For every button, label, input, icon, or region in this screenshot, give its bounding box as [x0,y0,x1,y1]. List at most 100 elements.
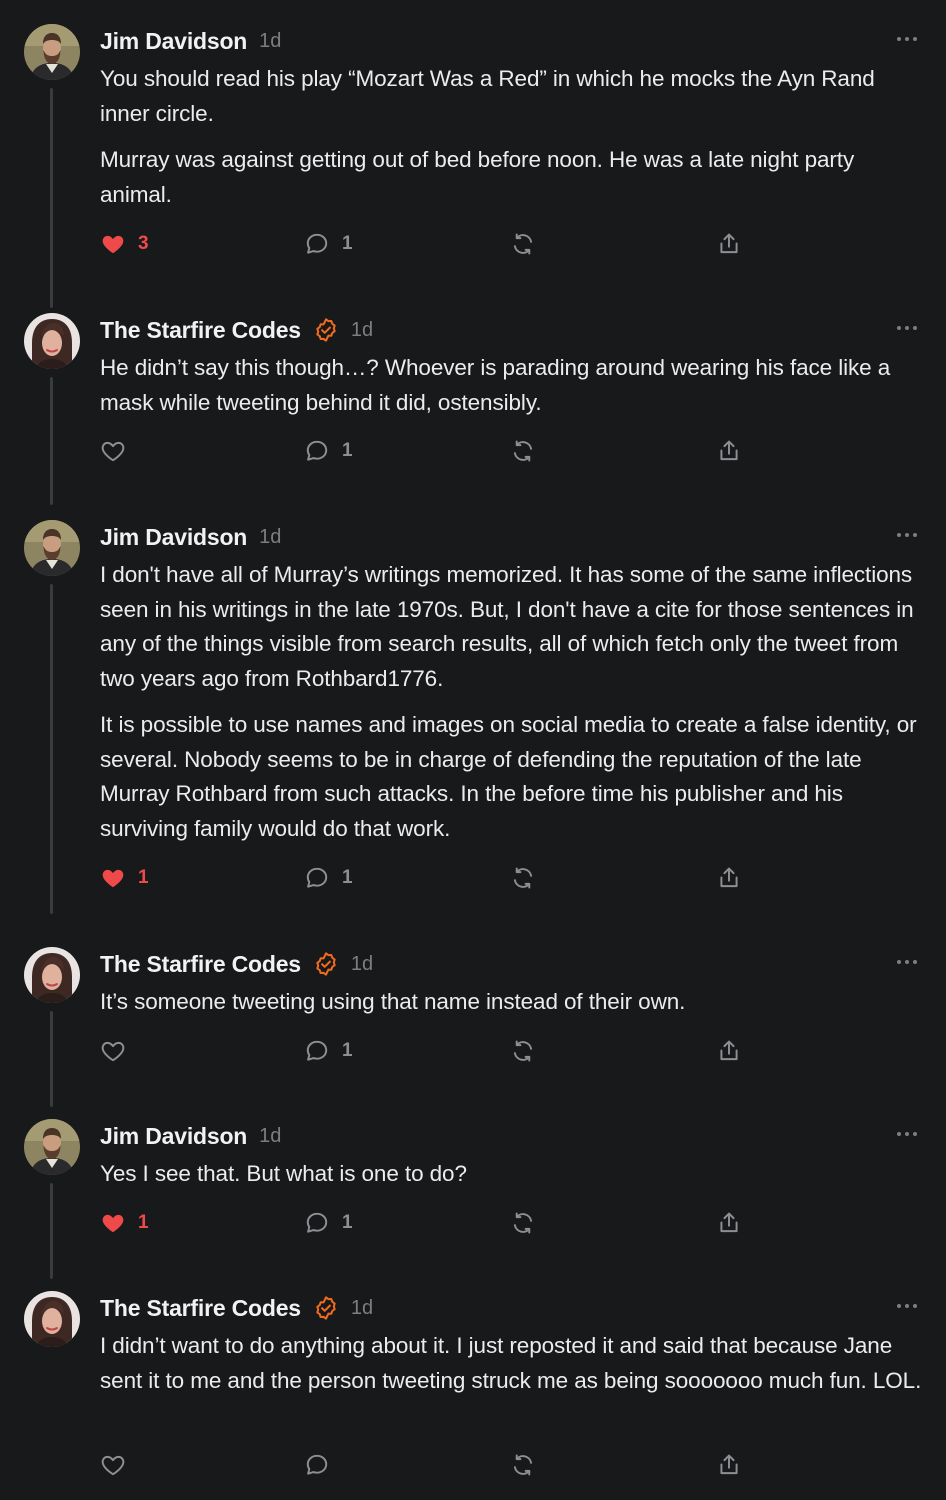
timestamp[interactable]: 1d [259,30,281,53]
comment-paragraph: You should read his play “Mozart Was a R… [100,66,875,126]
reply-button[interactable]: 1 [304,864,353,892]
like-button[interactable]: 3 [100,230,149,258]
share-icon [716,1210,742,1236]
comment-body: You should read his play “Mozart Was a R… [100,62,926,212]
share-icon [716,231,742,257]
like-count: 1 [138,1212,149,1233]
more-options-icon[interactable] [896,28,918,50]
share-button[interactable] [716,1209,742,1237]
restack-button[interactable] [510,1451,536,1479]
timestamp[interactable]: 1d [259,526,281,549]
share-button[interactable] [716,1451,742,1479]
comment-body: Yes I see that. But what is one to do? [100,1157,926,1192]
thread-line [50,1011,53,1107]
comment-count: 1 [342,1212,353,1233]
verified-badge-icon [313,1295,339,1321]
share-button[interactable] [716,437,742,465]
like-button[interactable] [100,1451,138,1479]
reply-button[interactable]: 1 [304,1037,353,1065]
avatar[interactable] [24,1119,80,1175]
author-name[interactable]: Jim Davidson [100,524,247,551]
comment-header: Jim Davidson 1d [100,26,281,56]
like-button[interactable]: 1 [100,1209,149,1237]
reply-button[interactable] [304,1451,342,1479]
thread-line [50,584,53,914]
share-icon [716,438,742,464]
avatar[interactable] [24,1291,80,1347]
restack-icon [510,1038,536,1064]
more-options-icon[interactable] [896,1295,918,1317]
timestamp[interactable]: 1d [351,319,373,342]
comment-header: The Starfire Codes 1d [100,1293,373,1323]
verified-badge-icon [313,951,339,977]
comment-thread: Jim Davidson 1d You should read his play… [0,0,946,1500]
comment-header: Jim Davidson 1d [100,522,281,552]
author-name[interactable]: The Starfire Codes [100,1295,301,1322]
comment-count: 1 [342,1040,353,1061]
comment-body: He didn’t say this though…? Whoever is p… [100,351,926,420]
share-icon [716,865,742,891]
comment-paragraph: Murray was against getting out of bed be… [100,147,855,207]
share-icon [716,1038,742,1064]
restack-icon [510,1452,536,1478]
timestamp[interactable]: 1d [259,1125,281,1148]
comment-paragraph: Yes I see that. But what is one to do? [100,1161,467,1186]
reply-button[interactable]: 1 [304,1209,353,1237]
restack-icon [510,231,536,257]
author-name[interactable]: Jim Davidson [100,28,247,55]
share-icon [716,1452,742,1478]
timestamp[interactable]: 1d [351,1297,373,1320]
author-name[interactable]: The Starfire Codes [100,317,301,344]
comment-count: 1 [342,440,353,461]
comment-count: 1 [342,867,353,888]
more-options-icon[interactable] [896,1123,918,1145]
comment-paragraph: I don't have all of Murray’s writings me… [100,562,914,691]
like-button[interactable] [100,1037,138,1065]
restack-button[interactable] [510,1037,536,1065]
share-button[interactable] [716,1037,742,1065]
more-options-icon[interactable] [896,317,918,339]
comment-header: The Starfire Codes 1d [100,315,373,345]
comment-paragraph: It is possible to use names and images o… [100,712,917,841]
restack-icon [510,865,536,891]
reply-button[interactable]: 1 [304,437,353,465]
thread-line [50,377,53,505]
comment-count: 1 [342,233,353,254]
more-options-icon[interactable] [896,524,918,546]
comment-icon [304,1452,330,1478]
heart-icon [100,1452,126,1478]
heart-icon [100,438,126,464]
comment-actions: 1 1 [100,1209,760,1237]
restack-button[interactable] [510,864,536,892]
restack-icon [510,1210,536,1236]
comment-header: The Starfire Codes 1d [100,949,373,979]
avatar[interactable] [24,24,80,80]
heart-icon [100,1038,126,1064]
share-button[interactable] [716,864,742,892]
comment-icon [304,1038,330,1064]
heart-icon [100,1210,126,1236]
comment-paragraph: It’s someone tweeting using that name in… [100,989,686,1014]
avatar[interactable] [24,313,80,369]
comment-actions: 1 1 [100,864,760,892]
comment-actions [100,1451,760,1479]
timestamp[interactable]: 1d [351,953,373,976]
avatar[interactable] [24,520,80,576]
reply-button[interactable]: 1 [304,230,353,258]
comment-actions: 1 [100,1037,760,1065]
author-name[interactable]: The Starfire Codes [100,951,301,978]
comment-paragraph: He didn’t say this though…? Whoever is p… [100,355,891,415]
restack-button[interactable] [510,1209,536,1237]
share-button[interactable] [716,230,742,258]
comment-icon [304,438,330,464]
comment-body: It’s someone tweeting using that name in… [100,985,926,1020]
more-options-icon[interactable] [896,951,918,973]
comment-icon [304,865,330,891]
like-count: 1 [138,867,149,888]
restack-button[interactable] [510,437,536,465]
like-button[interactable] [100,437,138,465]
like-button[interactable]: 1 [100,864,149,892]
restack-button[interactable] [510,230,536,258]
author-name[interactable]: Jim Davidson [100,1123,247,1150]
avatar[interactable] [24,947,80,1003]
